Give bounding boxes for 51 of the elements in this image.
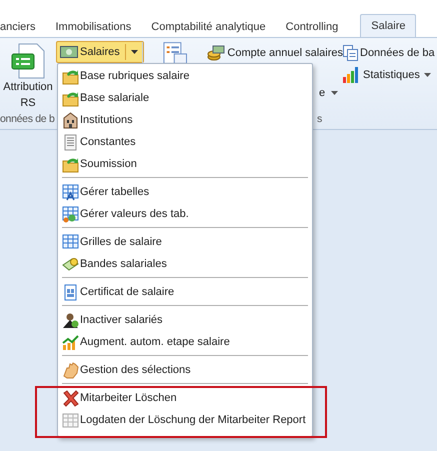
ribbon-tab[interactable]: Salaire — [360, 14, 416, 37]
menu-item[interactable]: Base salariale — [58, 87, 312, 109]
folder-icon — [62, 90, 79, 106]
group-label: s — [317, 113, 322, 125]
menu-item[interactable]: Logdaten der Löschung der Mitarbeiter Report — [58, 409, 312, 431]
ribbon-tab[interactable]: Comptabilité analytique — [151, 17, 274, 37]
menu-item[interactable]: Soumission — [58, 153, 312, 175]
menu-item[interactable]: Constantes — [58, 131, 312, 153]
certificate-icon — [62, 284, 79, 300]
ribbon-tab[interactable]: Controlling — [286, 17, 346, 37]
cross-icon — [62, 390, 79, 406]
menu-item[interactable]: Grilles de salaire — [58, 231, 312, 253]
menu-item[interactable]: Gérer valeurs des tab. — [58, 203, 312, 225]
ribbon-tab[interactable]: Immobilisations — [55, 17, 140, 37]
menu-item[interactable]: Augment. autom. etape salaire — [58, 331, 312, 353]
table-gear-icon — [62, 206, 79, 222]
folder-icon — [62, 68, 79, 84]
caret-icon — [424, 73, 431, 77]
bar-chart-icon — [62, 334, 79, 350]
group-label: onnées de b — [0, 113, 55, 125]
menu-item[interactable]: Bandes salariales — [58, 253, 312, 275]
menu-item[interactable]: Gestion des sélections — [58, 359, 312, 381]
person-icon — [62, 312, 79, 328]
salaires-split-button[interactable]: Salaires — [56, 41, 144, 63]
table-icon — [62, 184, 79, 200]
documents-icon — [343, 45, 358, 61]
document-icon — [11, 43, 45, 79]
building-icon — [62, 112, 79, 128]
grid-icon — [62, 234, 79, 250]
donnees-button[interactable]: Données de ba — [343, 45, 435, 61]
dropdown-button[interactable]: e — [319, 87, 343, 99]
folder-icon — [62, 156, 79, 172]
money-icon — [62, 256, 79, 272]
hand-icon — [62, 362, 79, 378]
menu-item[interactable]: Certificat de salaire — [58, 281, 312, 303]
menu-item[interactable]: Gérer tabelles — [58, 181, 312, 203]
banknote-icon — [60, 46, 78, 58]
coins-icon — [207, 45, 226, 61]
document-icon — [62, 134, 79, 150]
caret-icon — [130, 50, 138, 54]
statistiques-button[interactable]: Statistiques — [343, 67, 435, 83]
menu-item[interactable]: Inactiver salariés — [58, 309, 312, 331]
attribution-button[interactable]: Attribution RS — [2, 43, 54, 111]
bar-chart-icon — [343, 67, 359, 83]
menu-item[interactable]: Base rubriques salaire — [58, 65, 312, 87]
menu-item[interactable]: Mitarbeiter Löschen — [58, 387, 312, 409]
grid-icon — [62, 412, 79, 428]
menu-item[interactable]: Institutions — [58, 109, 312, 131]
ribbon-tab[interactable]: anciers — [0, 17, 44, 37]
compte-annuel-button[interactable]: Compte annuel salaires — [207, 45, 343, 61]
caret-icon — [331, 91, 338, 95]
